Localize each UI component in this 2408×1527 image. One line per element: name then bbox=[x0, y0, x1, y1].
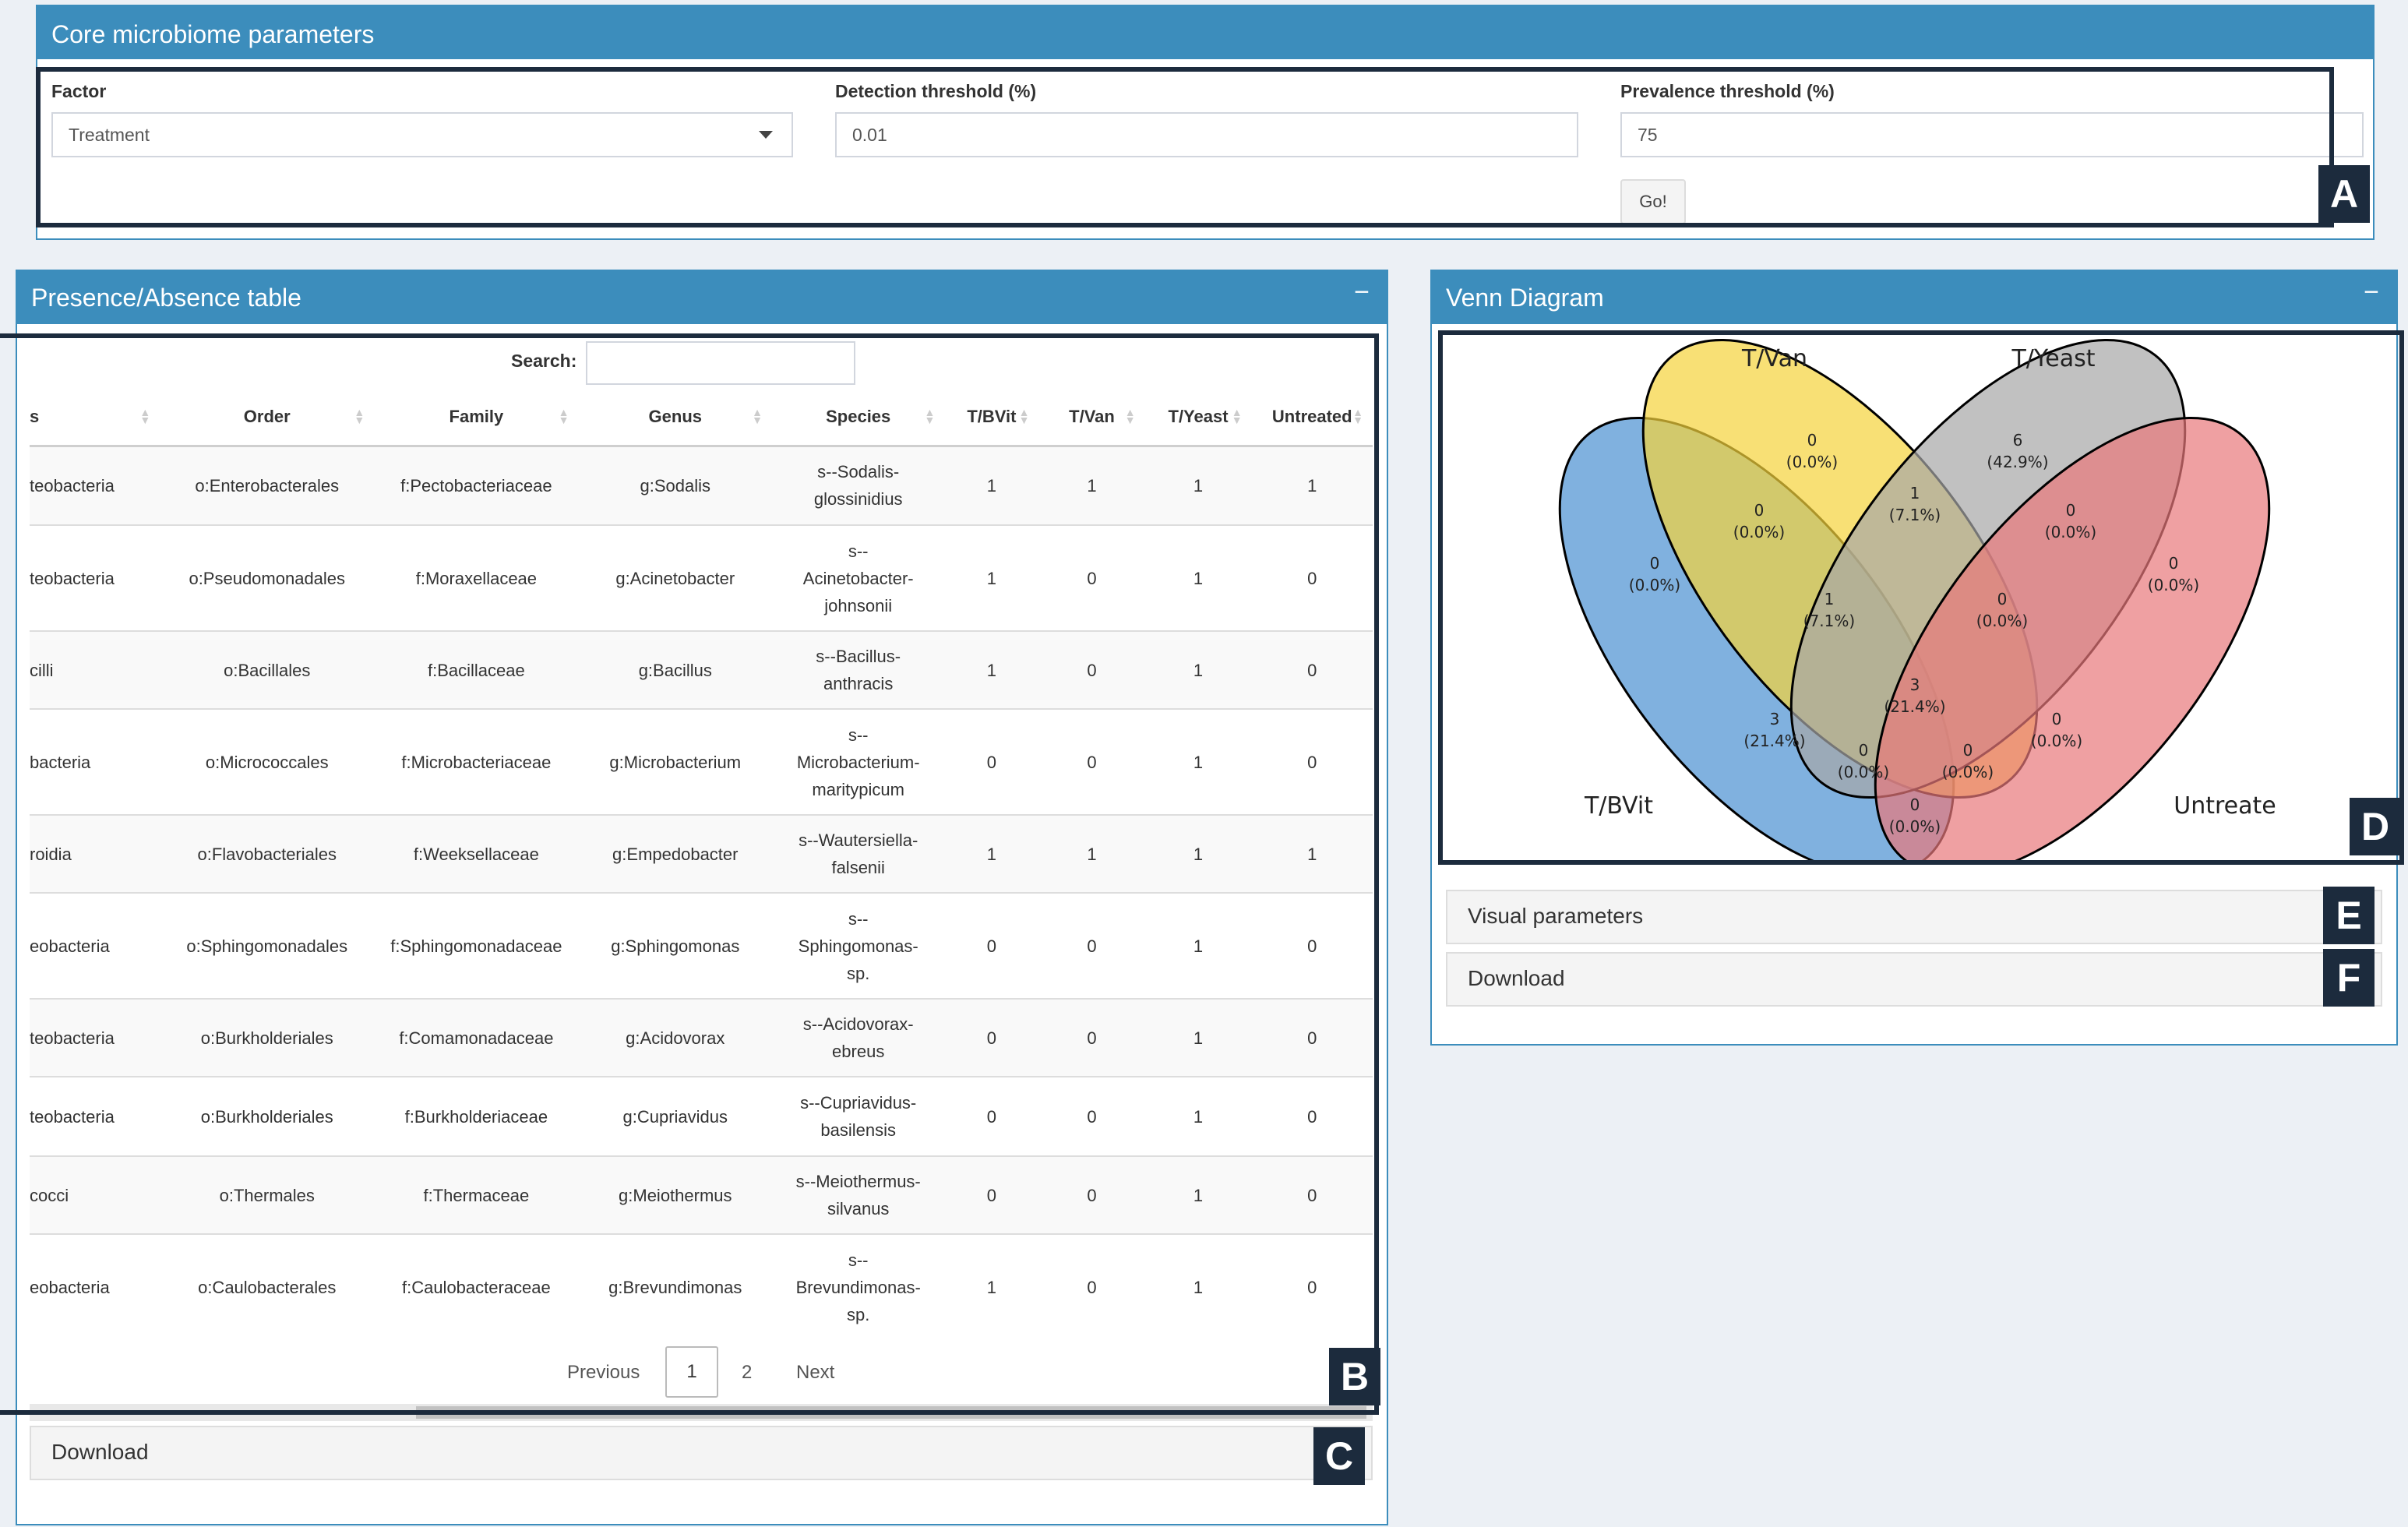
venn-download-button[interactable]: Download bbox=[1446, 952, 2382, 1007]
minus-icon[interactable]: − bbox=[2364, 277, 2379, 308]
panel-frame-a bbox=[36, 67, 2334, 227]
table-download-button[interactable]: Download bbox=[30, 1426, 1373, 1480]
table-download-label: Download bbox=[51, 1440, 149, 1464]
visual-parameters-button[interactable]: Visual parameters bbox=[1446, 890, 2382, 944]
panel-tag-d: D bbox=[2350, 798, 2401, 855]
panel-tag-b: B bbox=[1329, 1348, 1380, 1405]
venn-download-label: Download bbox=[1468, 966, 1565, 990]
minus-icon[interactable]: − bbox=[1354, 277, 1370, 308]
presence-absence-header: Presence/Absence table − bbox=[17, 271, 1387, 324]
panel-tag-e: E bbox=[2323, 887, 2375, 944]
panel-tag-a: A bbox=[2318, 165, 2370, 223]
panel-tag-f: F bbox=[2323, 949, 2375, 1007]
core-parameters-title: Core microbiome parameters bbox=[51, 20, 375, 48]
presence-absence-title: Presence/Absence table bbox=[31, 284, 301, 312]
panel-frame-b bbox=[0, 333, 1379, 1415]
venn-diagram-header: Venn Diagram − bbox=[1432, 271, 2396, 324]
venn-diagram-title: Venn Diagram bbox=[1446, 284, 1604, 312]
core-parameters-header: Core microbiome parameters bbox=[37, 6, 2373, 59]
visual-parameters-label: Visual parameters bbox=[1468, 904, 1644, 928]
panel-frame-d bbox=[1438, 330, 2404, 865]
panel-tag-c: C bbox=[1313, 1427, 1365, 1485]
